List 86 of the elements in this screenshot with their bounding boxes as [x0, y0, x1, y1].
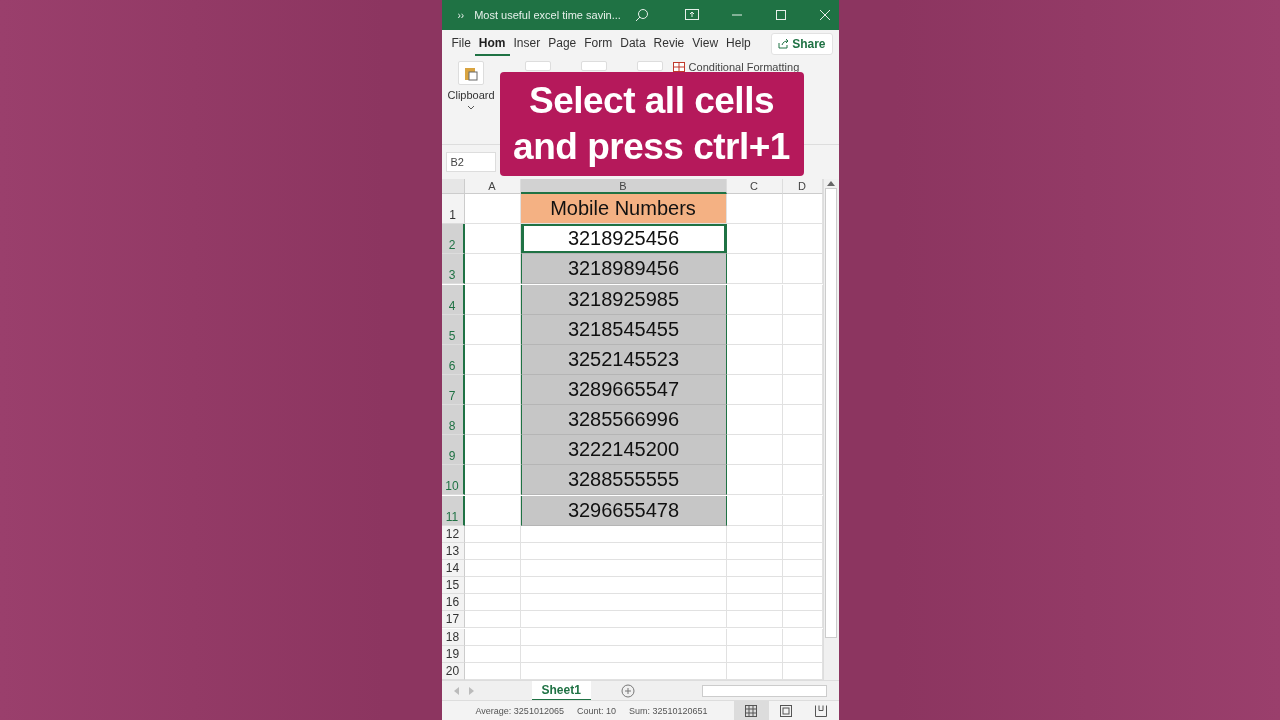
- share-icon: [778, 38, 790, 49]
- ribbon-group-label[interactable]: Clipboard: [447, 89, 495, 101]
- sheet-tab[interactable]: Sheet1: [531, 680, 591, 701]
- ribbon-tab[interactable]: Hom: [474, 31, 510, 56]
- row-header[interactable]: 11: [441, 495, 465, 526]
- empty-cell: [782, 194, 823, 225]
- empty-cell: [782, 594, 823, 612]
- empty-cell: [782, 254, 823, 285]
- ribbon-tab[interactable]: Help: [722, 31, 755, 56]
- view-button[interactable]: [733, 701, 769, 720]
- empty-cell: [782, 577, 823, 595]
- row-header[interactable]: 18: [441, 628, 465, 646]
- empty-cell: [782, 435, 823, 466]
- ribbon-tab[interactable]: View: [688, 31, 723, 56]
- table-cell: 3218545455: [520, 314, 727, 345]
- add-sheet-icon[interactable]: [620, 683, 635, 698]
- empty-cell: [782, 405, 823, 436]
- column-header[interactable]: B: [520, 179, 727, 194]
- table-cell: 3218925456: [520, 224, 727, 255]
- empty-cell: [782, 628, 823, 646]
- row-header[interactable]: 2: [441, 224, 465, 255]
- ribbon-tab[interactable]: Revie: [649, 31, 689, 56]
- ribbon-tab[interactable]: Data: [616, 31, 650, 56]
- status-reading: Sum: 32510120651: [628, 705, 708, 716]
- normal-view-icon: [745, 704, 757, 717]
- empty-cell: [782, 645, 823, 663]
- empty-cell: [782, 375, 823, 405]
- row-header[interactable]: 17: [441, 611, 465, 629]
- empty-cell: [782, 344, 823, 375]
- row-header[interactable]: 10: [441, 465, 465, 496]
- table-cell: 3289665547: [520, 375, 727, 405]
- maximize-icon[interactable]: [774, 9, 787, 21]
- horizontal-scrollbar[interactable]: [701, 684, 827, 697]
- page-layout-icon: [780, 704, 792, 717]
- ribbon-tab[interactable]: File: [447, 31, 475, 56]
- caption-text: Select all cells: [529, 79, 774, 123]
- row-header[interactable]: 8: [441, 405, 465, 436]
- empty-cell: [782, 314, 823, 345]
- search-icon[interactable]: [634, 8, 649, 22]
- row-header[interactable]: 5: [441, 314, 465, 345]
- share-button[interactable]: Share: [771, 32, 833, 55]
- window-title: Most useful excel time savin...: [474, 9, 622, 21]
- name-box[interactable]: B2: [445, 152, 496, 172]
- status-reading: Count: 10: [576, 705, 616, 716]
- column-header[interactable]: D: [782, 179, 823, 194]
- ribbon-tab[interactable]: Inser: [509, 31, 545, 56]
- header-cell: Mobile Numbers: [520, 194, 727, 225]
- table-cell: 3218989456: [520, 254, 727, 285]
- row-header[interactable]: 4: [441, 284, 465, 315]
- page-break-icon: [815, 704, 827, 717]
- row-header[interactable]: 9: [441, 435, 465, 466]
- row-header[interactable]: 16: [441, 594, 465, 612]
- column-header[interactable]: C: [726, 179, 783, 194]
- empty-cell: [782, 611, 823, 629]
- table-cell: 3285566996: [520, 405, 727, 436]
- empty-cell: [782, 525, 823, 543]
- empty-cell: [782, 495, 823, 526]
- close-icon[interactable]: [818, 9, 831, 21]
- table-cell: 3222145200: [520, 435, 727, 466]
- ribbon-display-icon[interactable]: [684, 9, 699, 21]
- empty-cell: [782, 542, 823, 560]
- conditional-formatting[interactable]: Conditional Formatting: [672, 61, 800, 73]
- select-all-corner[interactable]: [441, 179, 465, 194]
- ribbon-tab[interactable]: Form: [580, 31, 617, 56]
- row-header[interactable]: 3: [441, 254, 465, 285]
- chevron-icon[interactable]: [467, 105, 476, 110]
- status-reading: Average: 3251012065: [475, 705, 564, 716]
- row-header[interactable]: 1: [441, 194, 465, 225]
- paste-icon[interactable]: [458, 61, 485, 85]
- empty-cell: [782, 559, 823, 577]
- scroll-up-icon[interactable]: [827, 181, 835, 186]
- row-header[interactable]: 15: [441, 577, 465, 595]
- empty-cell: [782, 465, 823, 496]
- table-icon: [672, 62, 685, 72]
- caption-text: and press ctrl+1: [513, 125, 790, 169]
- column-header[interactable]: A: [464, 179, 521, 194]
- row-header[interactable]: 6: [441, 344, 465, 375]
- table-cell: 3218925985: [520, 284, 727, 315]
- empty-cell: [782, 224, 823, 255]
- overflow-icon[interactable]: ››: [457, 9, 465, 21]
- empty-cell: [782, 284, 823, 315]
- table-cell: 3296655478: [520, 495, 727, 526]
- row-header[interactable]: 7: [441, 375, 465, 405]
- ribbon-tab[interactable]: Page: [544, 31, 581, 56]
- table-cell: 3288555555: [520, 465, 727, 496]
- table-cell: 3252145523: [520, 344, 727, 375]
